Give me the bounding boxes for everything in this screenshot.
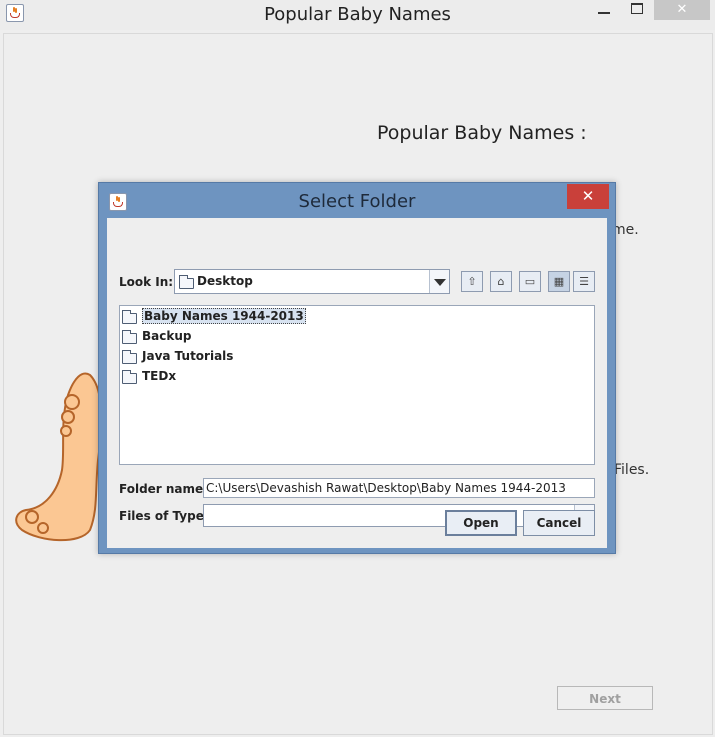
list-view-button[interactable]: ▦ <box>548 271 570 292</box>
next-button[interactable]: Next <box>557 686 653 710</box>
details-view-button[interactable]: ☰ <box>573 271 595 292</box>
list-item-label: Java Tutorials <box>142 349 234 363</box>
up-one-level-icon: ⇧ <box>467 275 477 288</box>
home-button[interactable]: ⌂ <box>490 271 512 292</box>
folder-icon <box>122 310 137 324</box>
cancel-button[interactable]: Cancel <box>523 510 595 536</box>
files-of-type-label: Files of Type: <box>119 509 209 523</box>
list-view-icon: ▦ <box>553 275 565 288</box>
dialog-body: Look In: Desktop ⇧ ⌂ ▭ ▦ ☰ Baby Names 19… <box>107 218 607 548</box>
list-item-label: TEDx <box>142 369 177 383</box>
new-folder-button[interactable]: ▭ <box>519 271 541 292</box>
chevron-down-icon[interactable] <box>429 270 449 293</box>
look-in-value: Desktop <box>197 274 253 288</box>
new-folder-icon: ▭ <box>524 275 536 288</box>
list-item-label: Baby Names 1944-2013 <box>142 308 306 324</box>
folder-icon <box>122 330 137 344</box>
page-heading: Popular Baby Names : <box>377 122 587 144</box>
look-in-combo[interactable]: Desktop <box>174 269 450 294</box>
details-view-icon: ☰ <box>579 275 589 288</box>
maximize-button[interactable] <box>622 0 652 20</box>
select-folder-dialog: Select Folder ✕ Look In: Desktop ⇧ ⌂ ▭ ▦… <box>98 182 616 554</box>
folder-icon <box>122 350 137 364</box>
file-list[interactable]: Baby Names 1944-2013 Backup Java Tutoria… <box>119 305 595 465</box>
open-button[interactable]: Open <box>445 510 517 536</box>
background-text-fragment: Files. <box>614 462 650 478</box>
folder-icon <box>179 275 194 289</box>
background-text-fragment: me. <box>612 222 639 238</box>
folder-name-field[interactable]: C:\Users\Devashish Rawat\Desktop\Baby Na… <box>203 478 595 498</box>
dialog-title: Select Folder <box>298 191 416 212</box>
list-item-label: Backup <box>142 329 192 343</box>
look-in-label: Look In: <box>119 275 174 289</box>
home-icon: ⌂ <box>497 275 505 288</box>
folder-name-label: Folder name: <box>119 482 208 496</box>
folder-icon <box>122 370 137 384</box>
minimize-button[interactable] <box>590 0 620 20</box>
close-window-button[interactable] <box>654 0 710 20</box>
up-one-level-button[interactable]: ⇧ <box>461 271 483 292</box>
baby-feet-illustration <box>15 372 103 542</box>
dialog-close-button[interactable]: ✕ <box>567 184 609 209</box>
main-title-bar: Popular Baby Names <box>0 0 715 30</box>
